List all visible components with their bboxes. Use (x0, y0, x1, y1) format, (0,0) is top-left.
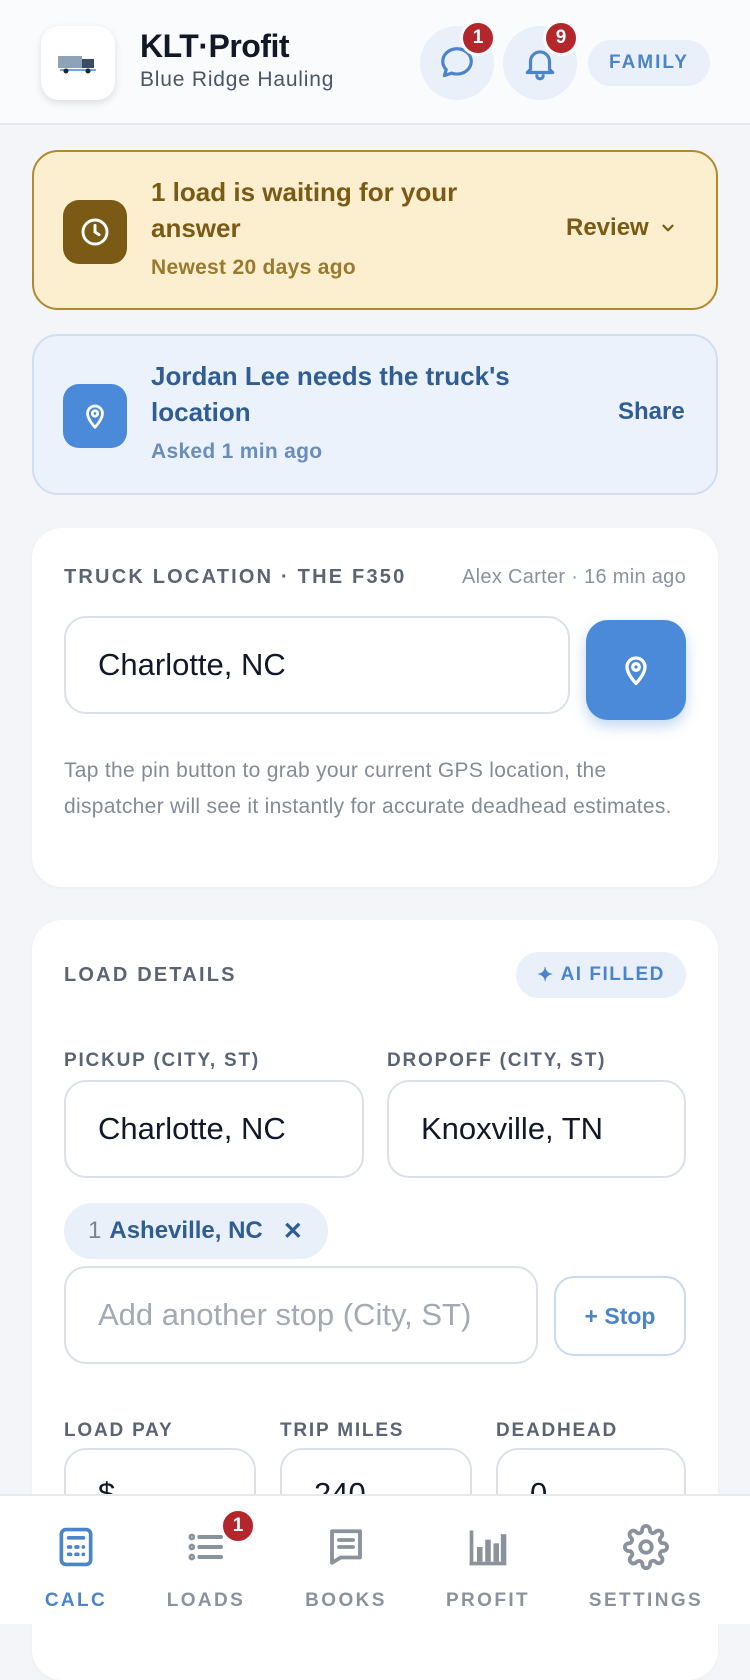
review-button[interactable]: Review (566, 214, 677, 242)
share-location-button[interactable]: Share (618, 398, 685, 426)
pending-banner-title: 1 load is waiting for your answer (151, 177, 458, 243)
nav-loads-label: LOADS (166, 1590, 246, 1611)
sparkle-icon: ✦ (537, 964, 555, 986)
location-request-banner[interactable]: Jordan Lee needs the truck's location As… (32, 334, 718, 495)
stop-city: Asheville, NC (109, 1217, 263, 1244)
company-logo (41, 26, 115, 100)
pending-load-banner[interactable]: 1 load is waiting for your answer Newest… (32, 150, 718, 310)
nav-settings[interactable]: SETTINGS (576, 1522, 716, 1612)
stop-number: 1 (88, 1217, 102, 1244)
add-stop-input[interactable]: Add another stop (City, ST) (64, 1266, 538, 1364)
truck-logo-icon (58, 56, 96, 74)
map-pin-icon (625, 656, 647, 686)
nav-profit[interactable]: PROFIT (418, 1522, 558, 1612)
pending-banner-subtitle: Newest 20 days ago (151, 256, 356, 279)
pickup-input[interactable]: Charlotte, NC (64, 1080, 364, 1178)
company-name: Blue Ridge Hauling (140, 68, 335, 91)
location-request-title: Jordan Lee needs the truck's location (151, 361, 510, 427)
truck-location-card: TRUCK LOCATION · THE F350 Alex Carter · … (32, 528, 718, 887)
load-details-section-title: LOAD DETAILS (64, 964, 237, 986)
location-request-subtitle: Asked 1 min ago (151, 440, 323, 463)
truck-location-section-title: TRUCK LOCATION · THE F350 (64, 566, 407, 588)
review-label: Review (566, 214, 649, 241)
chevron-down-icon (662, 224, 674, 232)
bottom-nav: CALC 1 LOADS BOOKS PROFIT SETTINGS (0, 1494, 750, 1624)
app-title: KLT·Profit (140, 28, 290, 64)
truck-location-input[interactable]: Charlotte, NC (64, 616, 570, 714)
nav-profit-label: PROFIT (445, 1590, 531, 1611)
messages-badge: 1 (460, 20, 496, 56)
ai-filled-label: AI FILLED (560, 964, 665, 985)
remove-stop-icon[interactable]: ✕ (283, 1217, 303, 1246)
notifications-badge: 9 (543, 20, 579, 56)
deadhead-label: DEADHEAD (496, 1420, 619, 1441)
nav-books[interactable]: BOOKS (276, 1522, 416, 1612)
notifications-button[interactable]: 9 (503, 20, 579, 100)
ai-filled-badge: ✦ AI FILLED (516, 952, 686, 998)
add-stop-button[interactable]: + Stop (554, 1276, 686, 1356)
loads-badge: 1 (220, 1508, 256, 1544)
map-pin-icon (86, 404, 104, 429)
nav-settings-label: SETTINGS (588, 1590, 704, 1611)
grab-gps-button[interactable] (586, 620, 686, 720)
stop-chip: 1 Asheville, NC ✕ (64, 1203, 328, 1259)
calculator-icon (59, 1527, 93, 1567)
dropoff-label: DROPOFF (CITY, ST) (387, 1050, 607, 1071)
nav-calc[interactable]: CALC (6, 1522, 146, 1612)
role-pill[interactable]: FAMILY (588, 40, 710, 86)
trip-miles-label: TRIP MILES (280, 1420, 405, 1441)
pin-icon-tile (63, 384, 127, 448)
nav-calc-label: CALC (44, 1590, 108, 1611)
ledger-icon (330, 1529, 362, 1565)
truck-location-help-text: Tap the pin button to grab your current … (64, 759, 672, 818)
nav-books-label: BOOKS (305, 1590, 387, 1611)
load-pay-label: LOAD PAY (64, 1420, 174, 1441)
nav-loads[interactable]: 1 LOADS (136, 1508, 276, 1612)
truck-location-meta: Alex Carter · 16 min ago (462, 566, 686, 588)
pickup-label: PICKUP (CITY, ST) (64, 1050, 260, 1071)
app-header: KLT·Profit Blue Ridge Hauling 1 9 FAMILY (0, 0, 750, 125)
gear-icon (623, 1524, 669, 1570)
messages-button[interactable]: 1 (420, 20, 496, 100)
bar-chart-icon (469, 1530, 507, 1566)
clock-icon-tile (63, 200, 127, 264)
clock-icon (81, 218, 109, 246)
dropoff-input[interactable]: Knoxville, TN (387, 1080, 686, 1178)
